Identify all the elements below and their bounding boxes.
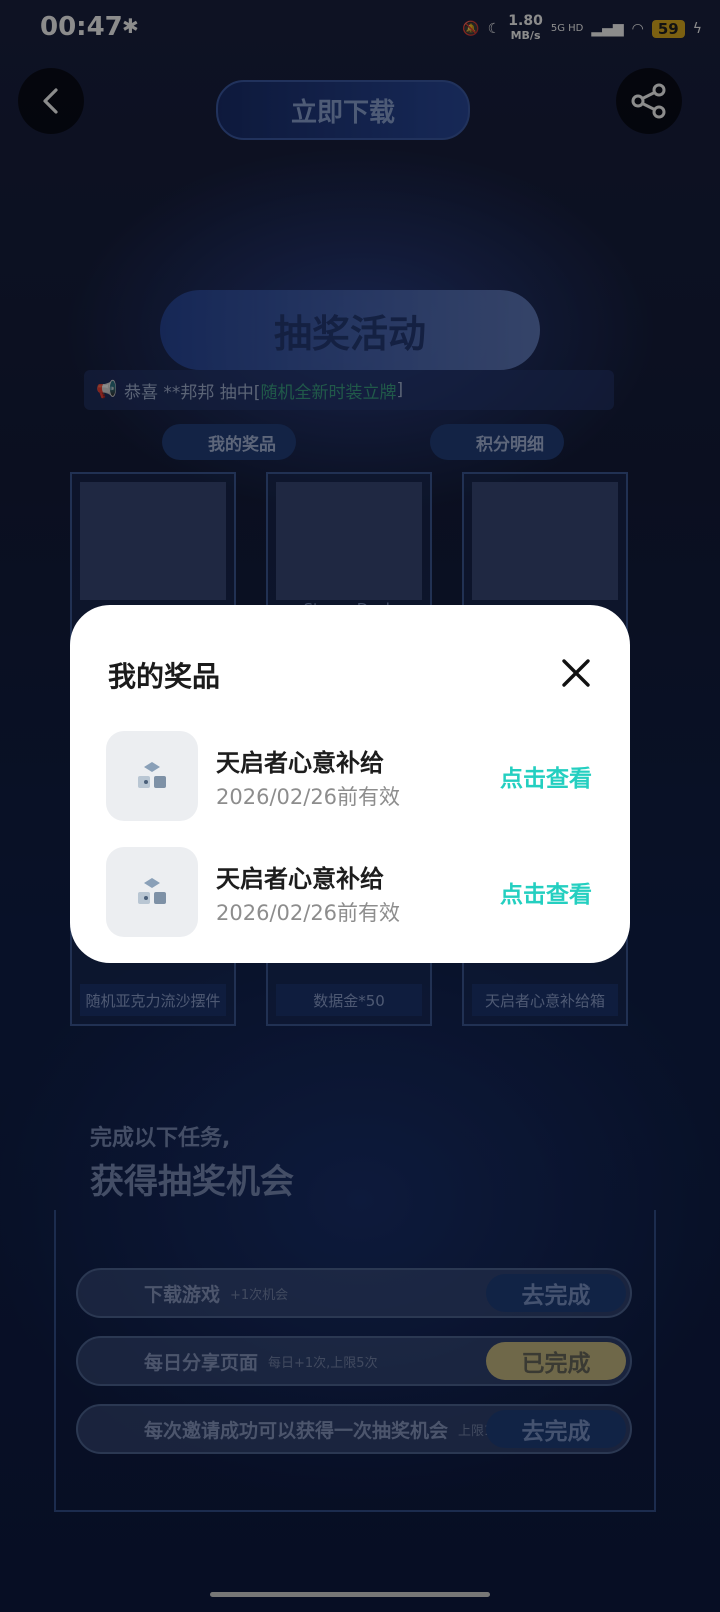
close-button[interactable] [556,653,596,693]
dialog-title: 我的奖品 [108,660,221,693]
supply-box-icon [138,762,166,788]
close-icon [562,659,590,687]
prize-thumbnail [106,847,198,937]
view-prize-link[interactable]: 点击查看 [500,759,592,793]
prize-list-item: 天启者心意补给 2026/02/26前有效 点击查看 [106,731,596,823]
view-prize-link[interactable]: 点击查看 [500,875,592,909]
prize-thumbnail [106,731,198,821]
supply-box-icon [138,878,166,904]
home-indicator[interactable] [210,1592,490,1597]
prize-list-item: 天启者心意补给 2026/02/26前有效 点击查看 [106,847,596,939]
my-prizes-dialog: 我的奖品 天启者心意补给 2026/02/26前有效 点击查看 天启者心意补给 … [70,605,630,963]
